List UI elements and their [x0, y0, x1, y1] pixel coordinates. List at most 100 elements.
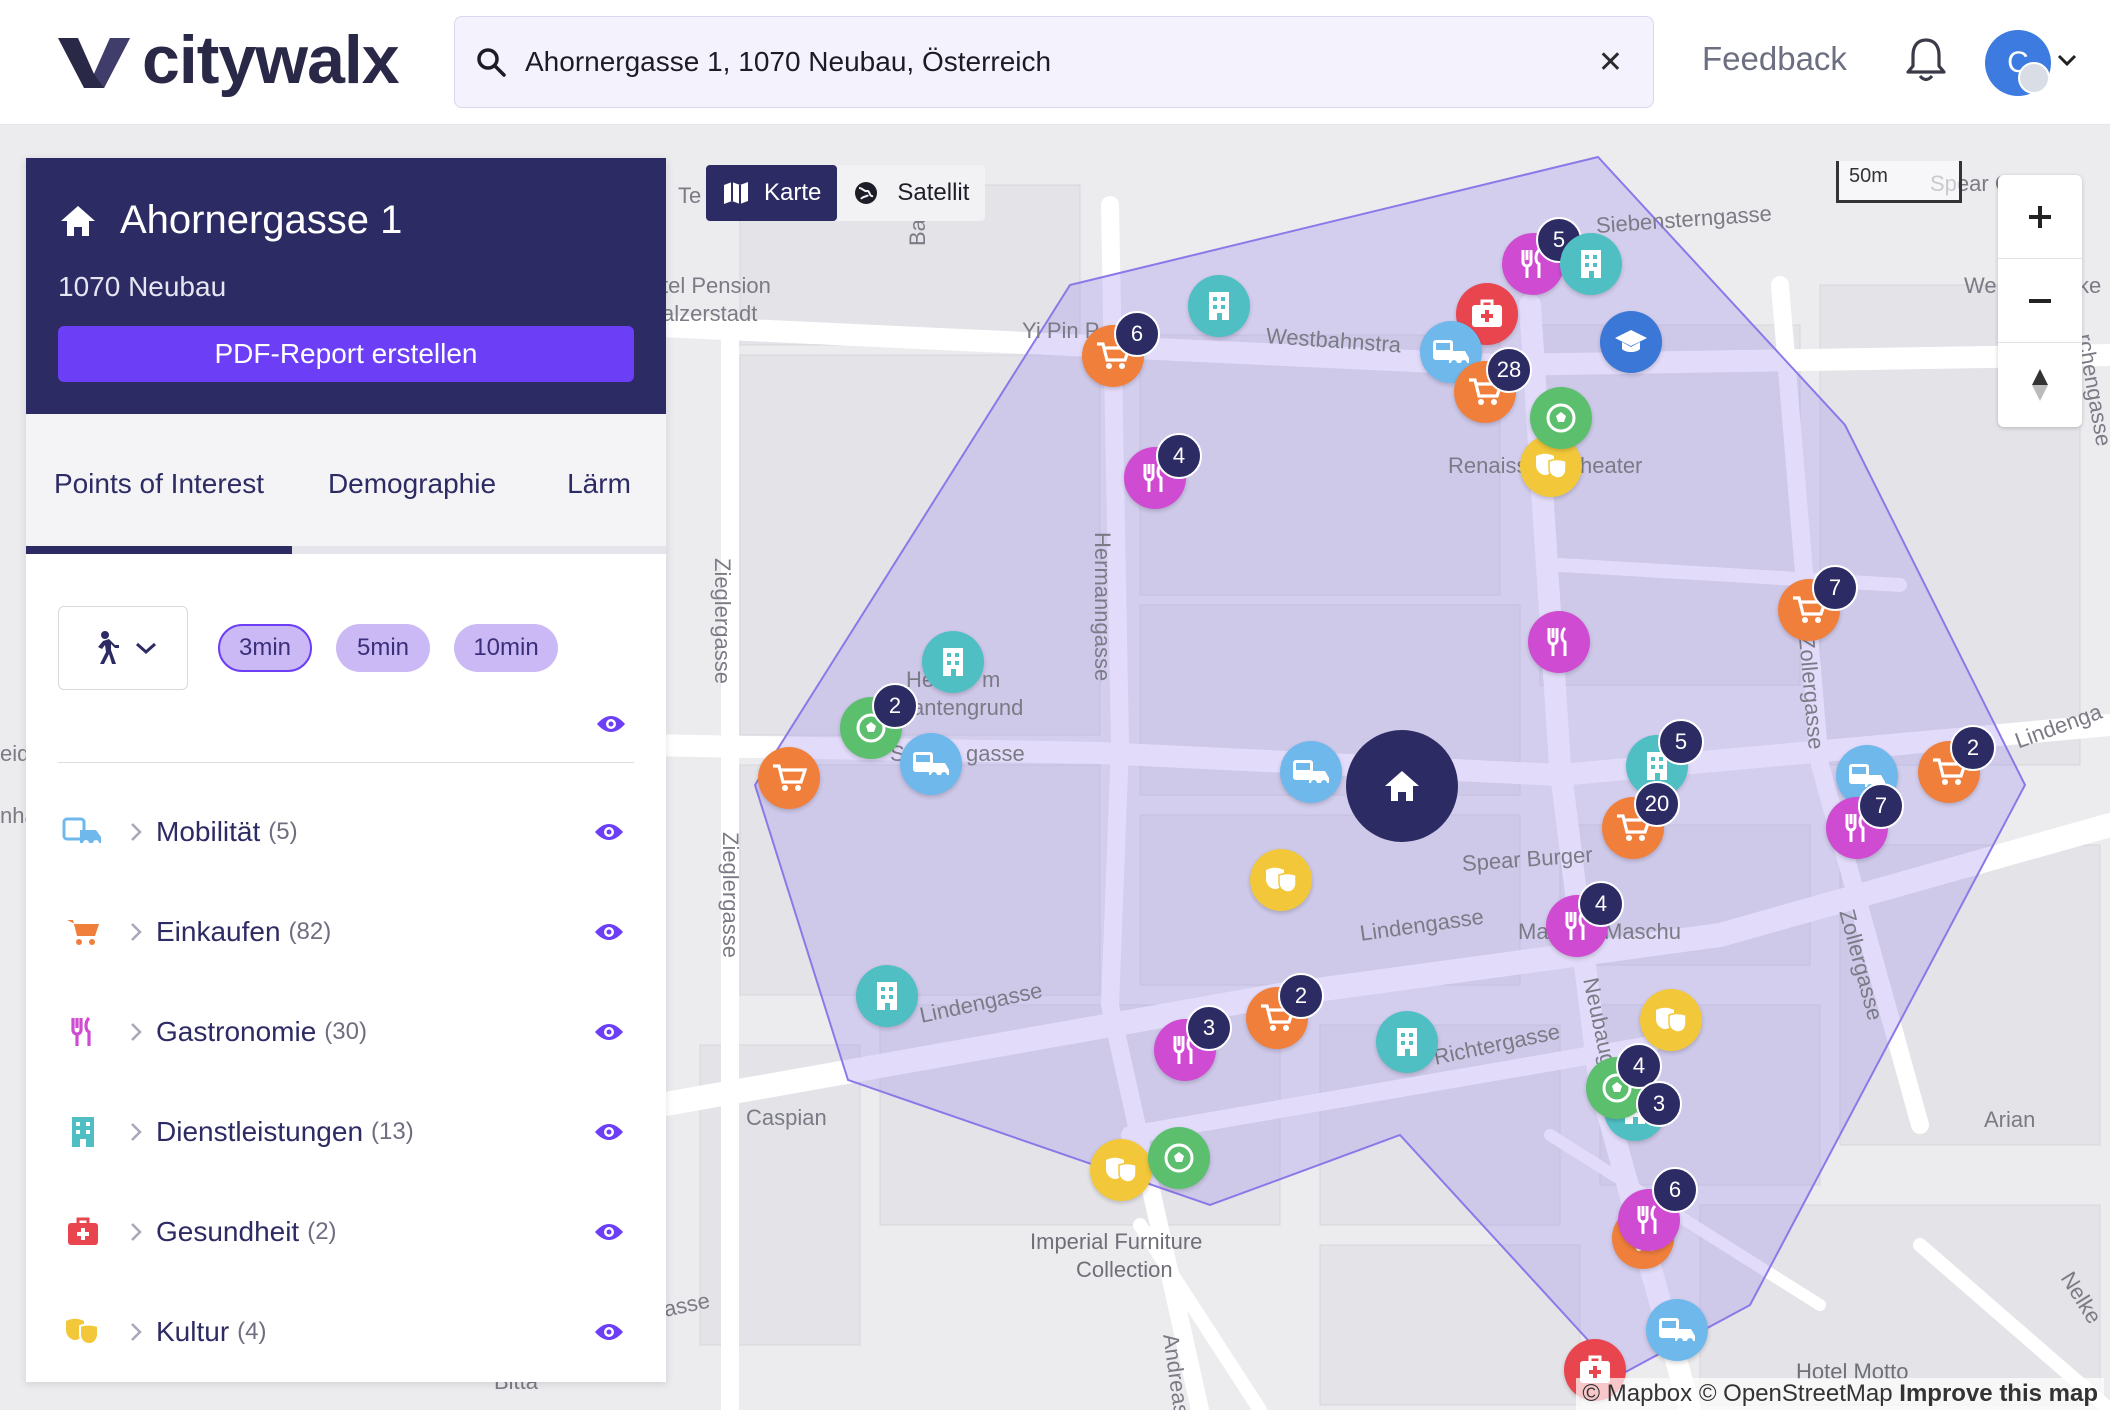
map-style-map-button[interactable]: Karte: [706, 165, 838, 221]
map-style-satellite-label: Satellit: [897, 179, 970, 206]
pdf-report-button[interactable]: PDF-Report erstellen: [58, 326, 634, 382]
map-scale-bar: 50m: [1836, 161, 1962, 203]
category-mobilitaet[interactable]: Mobilität (5): [58, 802, 634, 862]
category-label: Kultur: [156, 1316, 230, 1347]
improve-map-link[interactable]: Improve this map: [1899, 1380, 2098, 1407]
osm-attribution-link[interactable]: © OpenStreetMap: [1699, 1380, 1893, 1407]
culture-marker[interactable]: [1250, 849, 1312, 911]
tab-laerm[interactable]: Lärm: [532, 414, 666, 554]
leisure-marker[interactable]: [1530, 387, 1592, 449]
shopping-marker[interactable]: [758, 747, 820, 809]
bus-car-icon: [913, 752, 949, 778]
eye-icon[interactable]: [594, 1322, 624, 1342]
travel-mode-select[interactable]: [58, 606, 188, 690]
clear-search-icon[interactable]: ✕: [1598, 45, 1623, 80]
cart-icon: [773, 764, 807, 791]
zoom-in-button[interactable]: [1998, 175, 2082, 259]
eye-icon[interactable]: [594, 822, 624, 842]
avatar-placeholder-icon: [2018, 62, 2050, 94]
isochrone-filters: 3min 5min 10min: [26, 554, 666, 764]
logo-text: citywalx: [142, 22, 400, 98]
globe-icon: [855, 182, 878, 204]
category-dienstleistungen[interactable]: Dienstleistungen (13): [58, 1102, 634, 1162]
chevron-down-icon[interactable]: [2056, 52, 2078, 68]
category-count: (5): [268, 818, 298, 845]
gastronomy-marker[interactable]: [1528, 611, 1590, 673]
category-einkaufen[interactable]: Einkaufen (82): [58, 902, 634, 962]
bus-car-icon: [62, 817, 101, 846]
service-marker[interactable]: [1560, 233, 1622, 295]
category-label: Einkaufen: [156, 916, 281, 947]
mobility-marker[interactable]: [1646, 1299, 1708, 1361]
citywalx-logo[interactable]: citywalx: [58, 22, 400, 98]
leisure-marker[interactable]: [1148, 1127, 1210, 1189]
cluster-count-badge: 7: [1858, 783, 1904, 829]
service-marker[interactable]: [922, 631, 984, 693]
cluster-count-badge: 28: [1486, 347, 1532, 393]
search-input[interactable]: Ahornergasse 1, 1070 Neubau, Österreich: [525, 46, 1051, 78]
chevron-down-icon: [136, 642, 156, 655]
tab-demographie[interactable]: Demographie: [292, 414, 532, 554]
category-gastronomie[interactable]: Gastronomie (30): [58, 1002, 634, 1062]
time-pill-3min[interactable]: 3min: [218, 624, 312, 672]
service-marker[interactable]: [856, 965, 918, 1027]
cluster-count-badge: 5: [1658, 719, 1704, 765]
search-icon: [477, 48, 506, 77]
home-icon: [1385, 771, 1419, 801]
street-label-ba: Ba: [905, 219, 930, 246]
poi-label-arian: Arian: [1984, 1107, 2036, 1132]
top-bar: citywalx Ahornergasse 1, 1070 Neubau, Ös…: [0, 0, 2110, 125]
restaurant-icon: [71, 1016, 91, 1046]
building-icon: [72, 1117, 94, 1147]
address-title: Ahornergasse 1: [120, 198, 403, 242]
theater-masks-icon: [1106, 1157, 1137, 1183]
street-label-we: We: [1964, 273, 1997, 298]
cluster-count-badge: 6: [1114, 311, 1160, 357]
location-sidebar: Ahornergasse 1 1070 Neubau PDF-Report er…: [26, 158, 666, 1382]
poi-label-imperial-furniture: Imperial Furniture: [1030, 1229, 1203, 1254]
eye-icon[interactable]: [596, 714, 626, 734]
eye-icon[interactable]: [594, 922, 624, 942]
mobility-marker[interactable]: [900, 733, 962, 795]
address-search[interactable]: Ahornergasse 1, 1070 Neubau, Österreich …: [454, 16, 1654, 108]
culture-marker[interactable]: [1640, 989, 1702, 1051]
theater-masks-icon: [66, 1318, 99, 1346]
bus-car-icon: [1433, 340, 1469, 366]
selected-address-marker[interactable]: [1346, 730, 1458, 842]
culture-marker[interactable]: [1090, 1139, 1152, 1201]
map-style-satellite-button[interactable]: Satellit: [837, 165, 985, 221]
compass-icon: [2032, 369, 2048, 401]
theater-masks-icon: [1536, 453, 1567, 479]
category-count: (82): [288, 918, 332, 945]
map-attribution: © Mapbox © OpenStreetMap Improve this ma…: [1576, 1378, 2104, 1410]
map-style-map-label: Karte: [764, 179, 822, 206]
eye-icon[interactable]: [594, 1122, 624, 1142]
map-style-toggle[interactable]: Karte Satellit: [706, 165, 986, 221]
soccer-ball-icon: [1164, 1143, 1194, 1173]
education-marker[interactable]: [1600, 311, 1662, 373]
time-pill-10min[interactable]: 10min: [454, 624, 558, 672]
home-icon: [61, 205, 95, 236]
chevron-right-icon: [131, 1323, 142, 1341]
eye-icon[interactable]: [594, 1022, 624, 1042]
cluster-count-badge: 3: [1186, 1005, 1232, 1051]
mapbox-attribution-link[interactable]: © Mapbox: [1582, 1380, 1692, 1407]
compass-button[interactable]: [1998, 343, 2082, 427]
poi-label-ma: Ma: [1518, 919, 1549, 944]
poi-label-hotel-pension: tel Pension: [662, 273, 771, 298]
service-marker[interactable]: [1188, 275, 1250, 337]
category-gesundheit[interactable]: Gesundheit (2): [58, 1202, 634, 1262]
category-count: (30): [324, 1018, 367, 1045]
poi-label-renaissance: Renaiss: [1448, 453, 1528, 478]
time-pill-5min[interactable]: 5min: [336, 624, 430, 672]
cluster-count-badge: 3: [1636, 1081, 1682, 1127]
category-kultur[interactable]: Kultur (4): [58, 1302, 634, 1362]
zoom-out-button[interactable]: [1998, 259, 2082, 343]
tab-points-of-interest[interactable]: Points of Interest: [26, 414, 292, 554]
mobility-marker[interactable]: [1280, 741, 1342, 803]
eye-icon[interactable]: [594, 1222, 624, 1242]
cluster-count-badge: 6: [1652, 1167, 1698, 1213]
bell-icon[interactable]: [1904, 36, 1948, 84]
service-marker[interactable]: [1376, 1011, 1438, 1073]
feedback-link[interactable]: Feedback: [1702, 40, 1847, 78]
